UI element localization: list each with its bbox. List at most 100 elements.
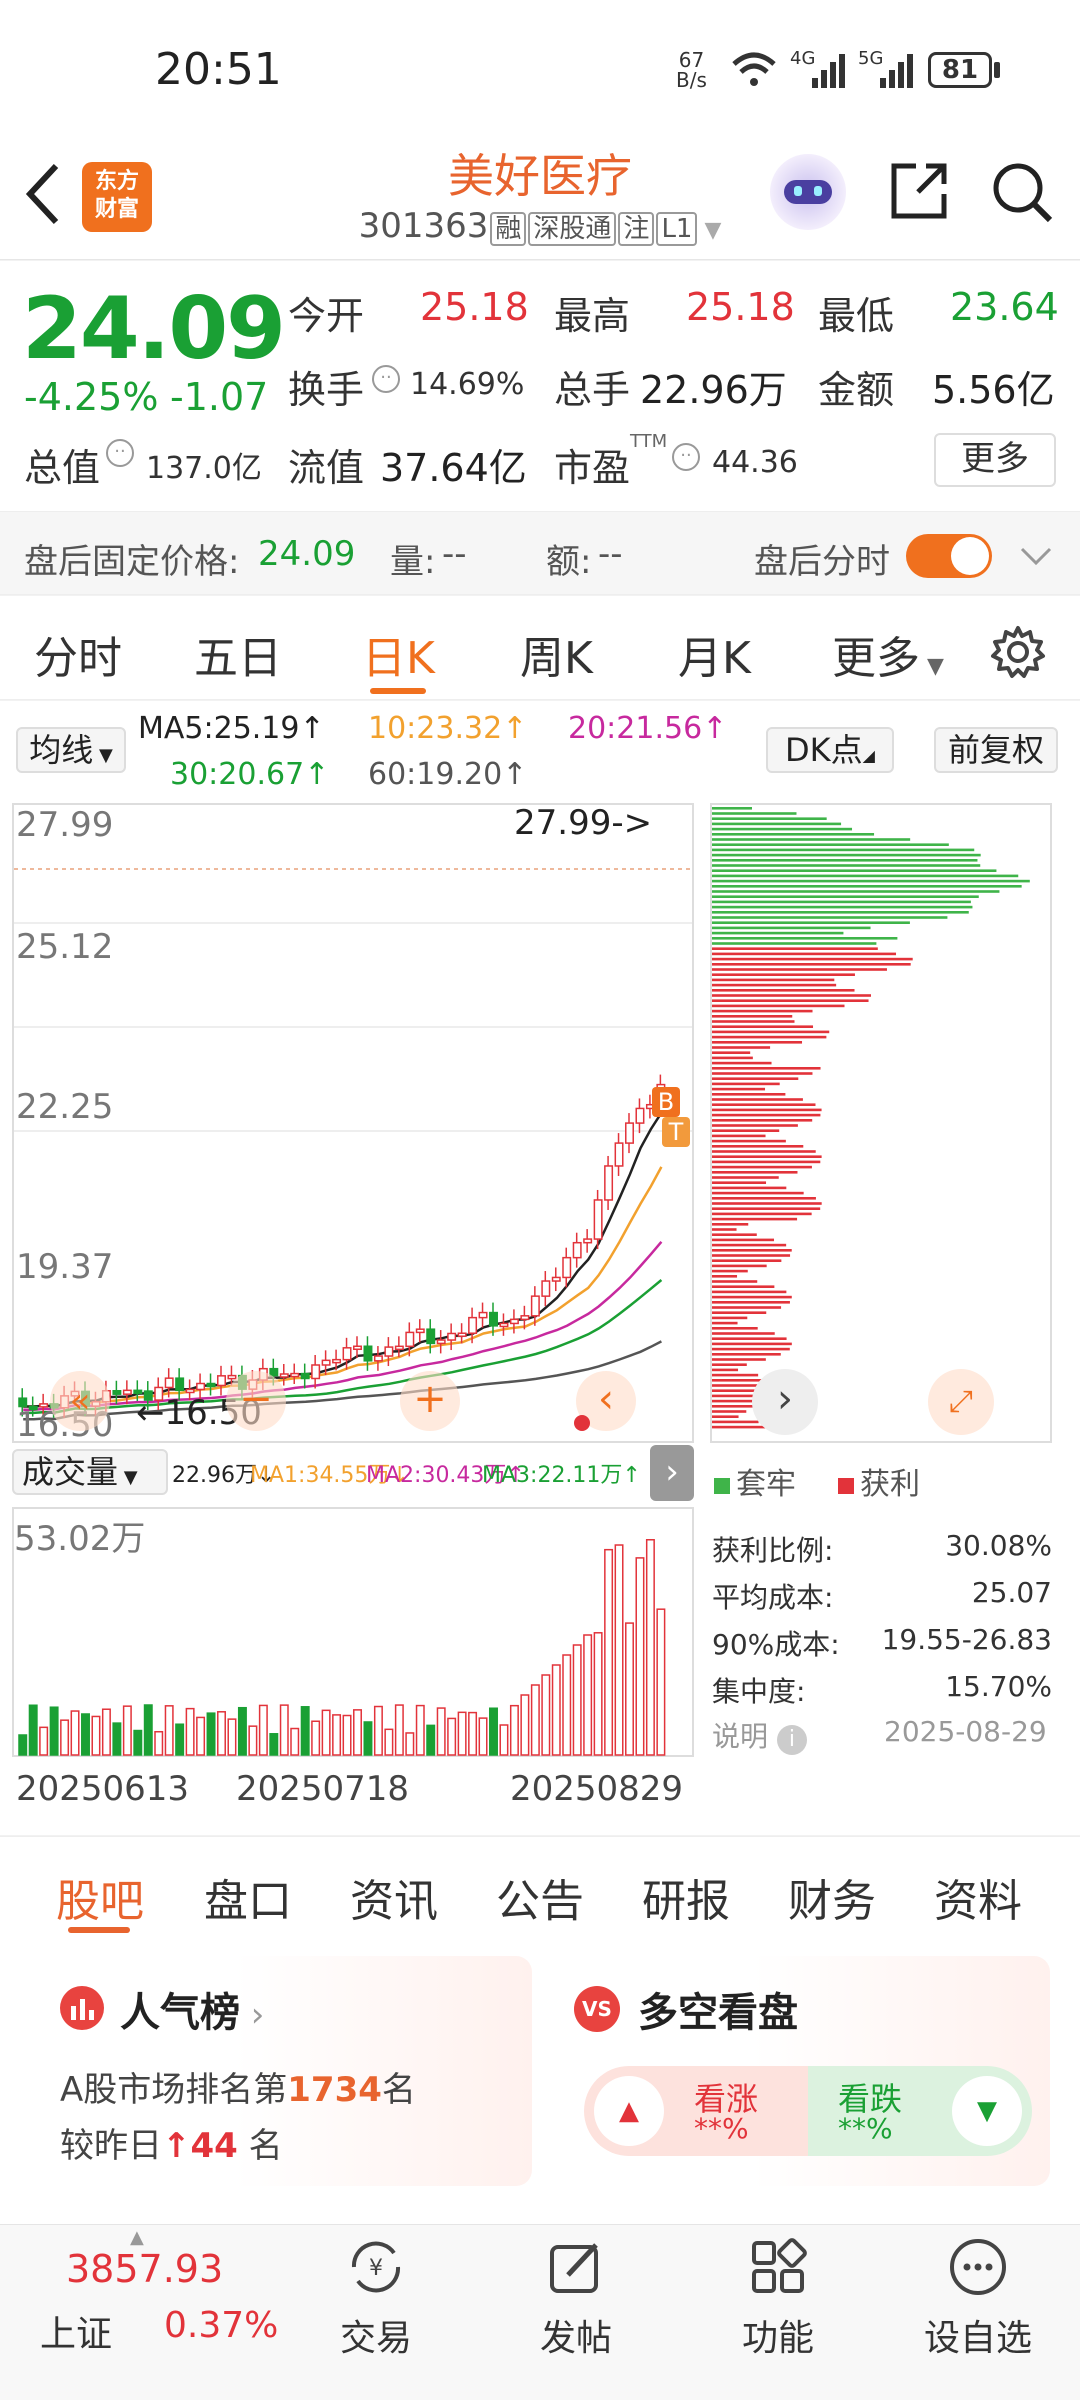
chip-bar	[712, 1165, 812, 1169]
tab-intraday[interactable]: 分时	[34, 622, 122, 686]
volume-bar	[175, 1723, 185, 1756]
volume-bar	[217, 1711, 226, 1756]
volume-bar	[39, 1726, 49, 1756]
sell-signal-icon[interactable]: T	[662, 1117, 690, 1147]
adjust-button[interactable]: 前复权	[934, 727, 1058, 773]
chip-bar	[712, 1051, 751, 1054]
zoom-in-icon[interactable]: +	[400, 1371, 460, 1431]
ma30-legend: 30:20.67↑	[170, 757, 330, 792]
candle	[457, 1332, 467, 1337]
after-amt-label: 额:	[546, 542, 592, 582]
index-value[interactable]: 3857.93	[66, 2247, 223, 2291]
search-icon[interactable]	[990, 160, 1054, 224]
chevron-down-icon[interactable]	[1020, 546, 1052, 566]
back-icon[interactable]	[22, 162, 62, 226]
chip-row: 90%成本: 19.55-26.83	[712, 1623, 1052, 1661]
tab-orderbook[interactable]: 盘口	[204, 1865, 292, 1929]
dk-point-button[interactable]: DK点◢	[766, 727, 894, 773]
chip-bar	[712, 1030, 830, 1034]
volume-bar	[258, 1704, 268, 1756]
chip-bar	[712, 1025, 814, 1028]
popularity-delta: 较昨日↑44 名	[60, 2126, 283, 2166]
settings-gear-icon[interactable]	[990, 624, 1046, 680]
after-vol: --	[442, 534, 467, 574]
tab-forum[interactable]: 股吧	[56, 1865, 144, 1929]
volume-bar	[604, 1548, 614, 1756]
volume-bar	[290, 1727, 300, 1756]
ma-selector[interactable]: 均线 ▼	[16, 727, 126, 773]
candle	[530, 1295, 540, 1317]
tab-financials[interactable]: 财务	[788, 1865, 876, 1929]
more-button[interactable]: 更多	[934, 433, 1056, 487]
chip-distribution-chart[interactable]	[710, 803, 1052, 1443]
expand-panel-icon[interactable]: ›	[650, 1445, 694, 1501]
chip-bar	[712, 822, 842, 826]
pe-info-icon[interactable]: ··	[672, 443, 700, 471]
index-name[interactable]: 上证	[40, 2305, 112, 2357]
chip-bar	[712, 1067, 821, 1070]
tab-monthly-k[interactable]: 月K	[678, 622, 751, 686]
tab-announcements[interactable]: 公告	[496, 1865, 584, 1929]
after-hours-toggle[interactable]	[906, 534, 992, 578]
candle	[614, 1142, 624, 1167]
tab-five-day[interactable]: 五日	[194, 622, 282, 686]
chip-bar	[712, 885, 1022, 888]
chip-bar	[712, 952, 897, 956]
chip-bar	[712, 1181, 767, 1184]
tab-weekly-k[interactable]: 周K	[520, 622, 593, 686]
nav-post[interactable]: 发帖	[496, 2235, 656, 2361]
buy-signal-icon[interactable]: B	[652, 1087, 680, 1117]
volume-bar	[342, 1714, 352, 1756]
scroll-left-far-icon[interactable]: «	[50, 1371, 110, 1431]
candle	[206, 1382, 216, 1388]
share-icon[interactable]	[888, 160, 950, 222]
candle	[164, 1377, 174, 1389]
chip-bar	[712, 916, 948, 919]
candlestick-chart[interactable]	[12, 803, 694, 1443]
info-icon[interactable]: ··	[106, 439, 134, 467]
candle	[593, 1199, 603, 1240]
volume-label: 总手	[554, 368, 631, 412]
tab-news[interactable]: 资讯	[350, 1865, 438, 1929]
chip-bar	[712, 963, 911, 966]
chip-bar	[712, 833, 875, 836]
candle	[499, 1322, 509, 1328]
chip-bar	[712, 921, 910, 924]
chip-row: 获利比例: 30.08%	[712, 1529, 1052, 1567]
tab-more[interactable]: 更多 ▼	[832, 622, 944, 686]
turnover-value: 14.69%	[410, 367, 525, 402]
function-tabs: 股吧 盘口 资讯 公告 研报 财务 资料	[0, 1836, 1080, 1944]
chip-bar	[712, 817, 827, 820]
turnover-info-icon[interactable]: ··	[372, 365, 400, 393]
assistant-avatar-icon[interactable]	[770, 154, 846, 230]
expand-icon[interactable]: ⤢	[928, 1369, 994, 1435]
nav-watchlist[interactable]: 设自选	[898, 2235, 1058, 2361]
zoom-out-icon[interactable]: −	[226, 1371, 286, 1431]
chip-bar	[712, 978, 835, 982]
vote-rise-button[interactable]: ▲ 看涨 **%	[584, 2066, 808, 2156]
volume-selector[interactable]: 成交量 ▼	[12, 1449, 168, 1495]
quote-panel: 24.09 -4.25% -1.07 总值 ·· 137.0亿 今开 25.18…	[0, 261, 1080, 511]
index-change[interactable]: 0.37%	[164, 2305, 278, 2346]
popularity-card[interactable]: 人气榜 › A股市场排名第1734名 较昨日↑44 名	[36, 1956, 532, 2186]
app-logo[interactable]: 东方 财富	[82, 162, 152, 232]
chip-bar	[712, 1150, 816, 1153]
chip-next-icon[interactable]: ›	[752, 1369, 818, 1435]
tab-daily-k[interactable]: 日K	[362, 622, 435, 686]
tab-profile[interactable]: 资料	[934, 1865, 1022, 1929]
volume-bar	[185, 1707, 195, 1756]
candle	[415, 1328, 425, 1334]
nav-trade[interactable]: ¥ 交易	[296, 2235, 456, 2361]
volume-bar	[415, 1704, 425, 1756]
tab-research[interactable]: 研报	[642, 1865, 730, 1929]
chip-bar	[712, 1191, 804, 1195]
chip-bar	[712, 1342, 792, 1346]
vote-fall-button[interactable]: 看跌 **% ▼	[808, 2066, 1032, 2156]
chip-bar	[712, 1347, 790, 1351]
chip-note[interactable]: 说明 i	[712, 1715, 807, 1755]
nav-functions[interactable]: 功能	[698, 2235, 858, 2361]
candle	[311, 1364, 321, 1380]
chip-bar	[712, 1280, 758, 1283]
stock-code-row[interactable]: 301363 融深股通注 L1 ▼	[340, 206, 740, 246]
volume-bar	[384, 1728, 394, 1756]
